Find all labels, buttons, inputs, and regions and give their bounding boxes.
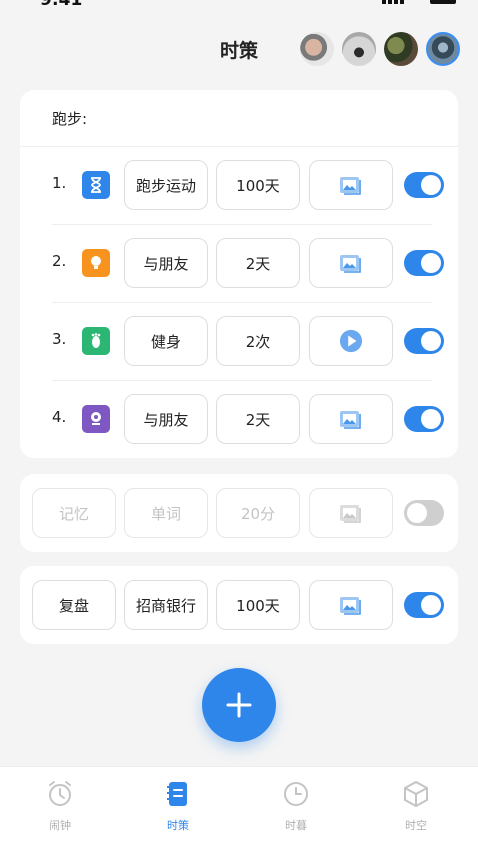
camera-icon xyxy=(82,405,110,433)
image-icon xyxy=(340,505,361,523)
divider xyxy=(52,380,432,381)
list-item: 3. 健身 2次 xyxy=(20,316,458,366)
media-button[interactable] xyxy=(309,160,393,210)
row-index: 2. xyxy=(52,252,67,270)
signal-icon xyxy=(382,0,404,4)
count-button[interactable]: 2次 xyxy=(216,316,300,366)
activity-name-button[interactable]: 招商银行 xyxy=(124,580,208,630)
media-button[interactable] xyxy=(309,238,393,288)
hourglass-icon xyxy=(82,171,110,199)
header: 时策 xyxy=(0,28,478,72)
avatar-group xyxy=(300,32,460,66)
tab-alarm[interactable]: 闹钟 xyxy=(20,779,100,839)
status-icons xyxy=(382,0,456,4)
plus-icon xyxy=(226,692,252,718)
list-item: 记忆 单词 20分 xyxy=(20,488,458,538)
clock-icon xyxy=(284,782,308,806)
image-icon xyxy=(340,177,361,195)
review-card: 复盘 招商银行 100天 xyxy=(20,566,458,644)
footprint-icon xyxy=(82,327,110,355)
avatar[interactable] xyxy=(342,32,376,66)
count-button[interactable]: 2天 xyxy=(216,238,300,288)
cube-icon xyxy=(404,781,428,807)
tab-label: 时空 xyxy=(405,819,427,832)
alarm-clock-icon xyxy=(49,781,71,806)
running-card: 跑步: 1. 跑步运动 100天 2. 与朋友 2天 3. 健身 2次 4. 与… xyxy=(20,90,458,458)
enable-toggle[interactable] xyxy=(404,592,444,618)
media-button[interactable] xyxy=(309,488,393,538)
enable-toggle[interactable] xyxy=(404,328,444,354)
divider xyxy=(52,224,432,225)
play-icon xyxy=(339,329,363,353)
row-index: 1. xyxy=(52,174,67,192)
divider xyxy=(20,146,458,147)
wifi-icon xyxy=(410,0,424,4)
row-index: 4. xyxy=(52,408,67,426)
add-button[interactable] xyxy=(202,668,276,742)
battery-icon xyxy=(430,0,456,4)
count-button[interactable]: 100天 xyxy=(216,160,300,210)
media-button[interactable] xyxy=(309,394,393,444)
media-button[interactable] xyxy=(309,580,393,630)
tab-shikong[interactable]: 时空 xyxy=(376,779,456,839)
image-icon xyxy=(340,411,361,429)
activity-name-button[interactable]: 与朋友 xyxy=(124,238,208,288)
list-item: 复盘 招商银行 100天 xyxy=(20,580,458,630)
tab-shice[interactable]: 时策 xyxy=(138,779,218,839)
count-button[interactable]: 100天 xyxy=(216,580,300,630)
status-time: 9:41 xyxy=(40,0,83,10)
activity-name-button[interactable]: 跑步运动 xyxy=(124,160,208,210)
image-icon xyxy=(340,597,361,615)
category-button[interactable]: 复盘 xyxy=(32,580,116,630)
media-button[interactable] xyxy=(309,316,393,366)
row-index: 3. xyxy=(52,330,67,348)
list-item: 1. 跑步运动 100天 xyxy=(20,160,458,210)
avatar-selected[interactable] xyxy=(426,32,460,66)
avatar[interactable] xyxy=(300,32,334,66)
tab-label: 时暮 xyxy=(285,819,307,832)
tab-label: 时策 xyxy=(167,819,189,832)
activity-name-button[interactable]: 健身 xyxy=(124,316,208,366)
count-button[interactable]: 20分 xyxy=(216,488,300,538)
avatar[interactable] xyxy=(384,32,418,66)
tab-bar: 闹钟 时策 时暮 时空 xyxy=(0,766,478,850)
divider xyxy=(52,302,432,303)
count-button[interactable]: 2天 xyxy=(216,394,300,444)
enable-toggle[interactable] xyxy=(404,172,444,198)
lightbulb-icon xyxy=(82,249,110,277)
tab-shimu[interactable]: 时暮 xyxy=(256,779,336,839)
activity-name-button[interactable]: 与朋友 xyxy=(124,394,208,444)
enable-toggle[interactable] xyxy=(404,406,444,432)
notebook-icon xyxy=(167,782,187,806)
category-button[interactable]: 记忆 xyxy=(32,488,116,538)
image-icon xyxy=(340,255,361,273)
list-item: 4. 与朋友 2天 xyxy=(20,394,458,444)
card-title: 跑步: xyxy=(52,110,88,128)
tab-label: 闹钟 xyxy=(49,819,71,832)
activity-name-button[interactable]: 单词 xyxy=(124,488,208,538)
status-bar: 9:41 xyxy=(0,0,478,14)
list-item: 2. 与朋友 2天 xyxy=(20,238,458,288)
memory-card: 记忆 单词 20分 xyxy=(20,474,458,552)
enable-toggle[interactable] xyxy=(404,500,444,526)
enable-toggle[interactable] xyxy=(404,250,444,276)
